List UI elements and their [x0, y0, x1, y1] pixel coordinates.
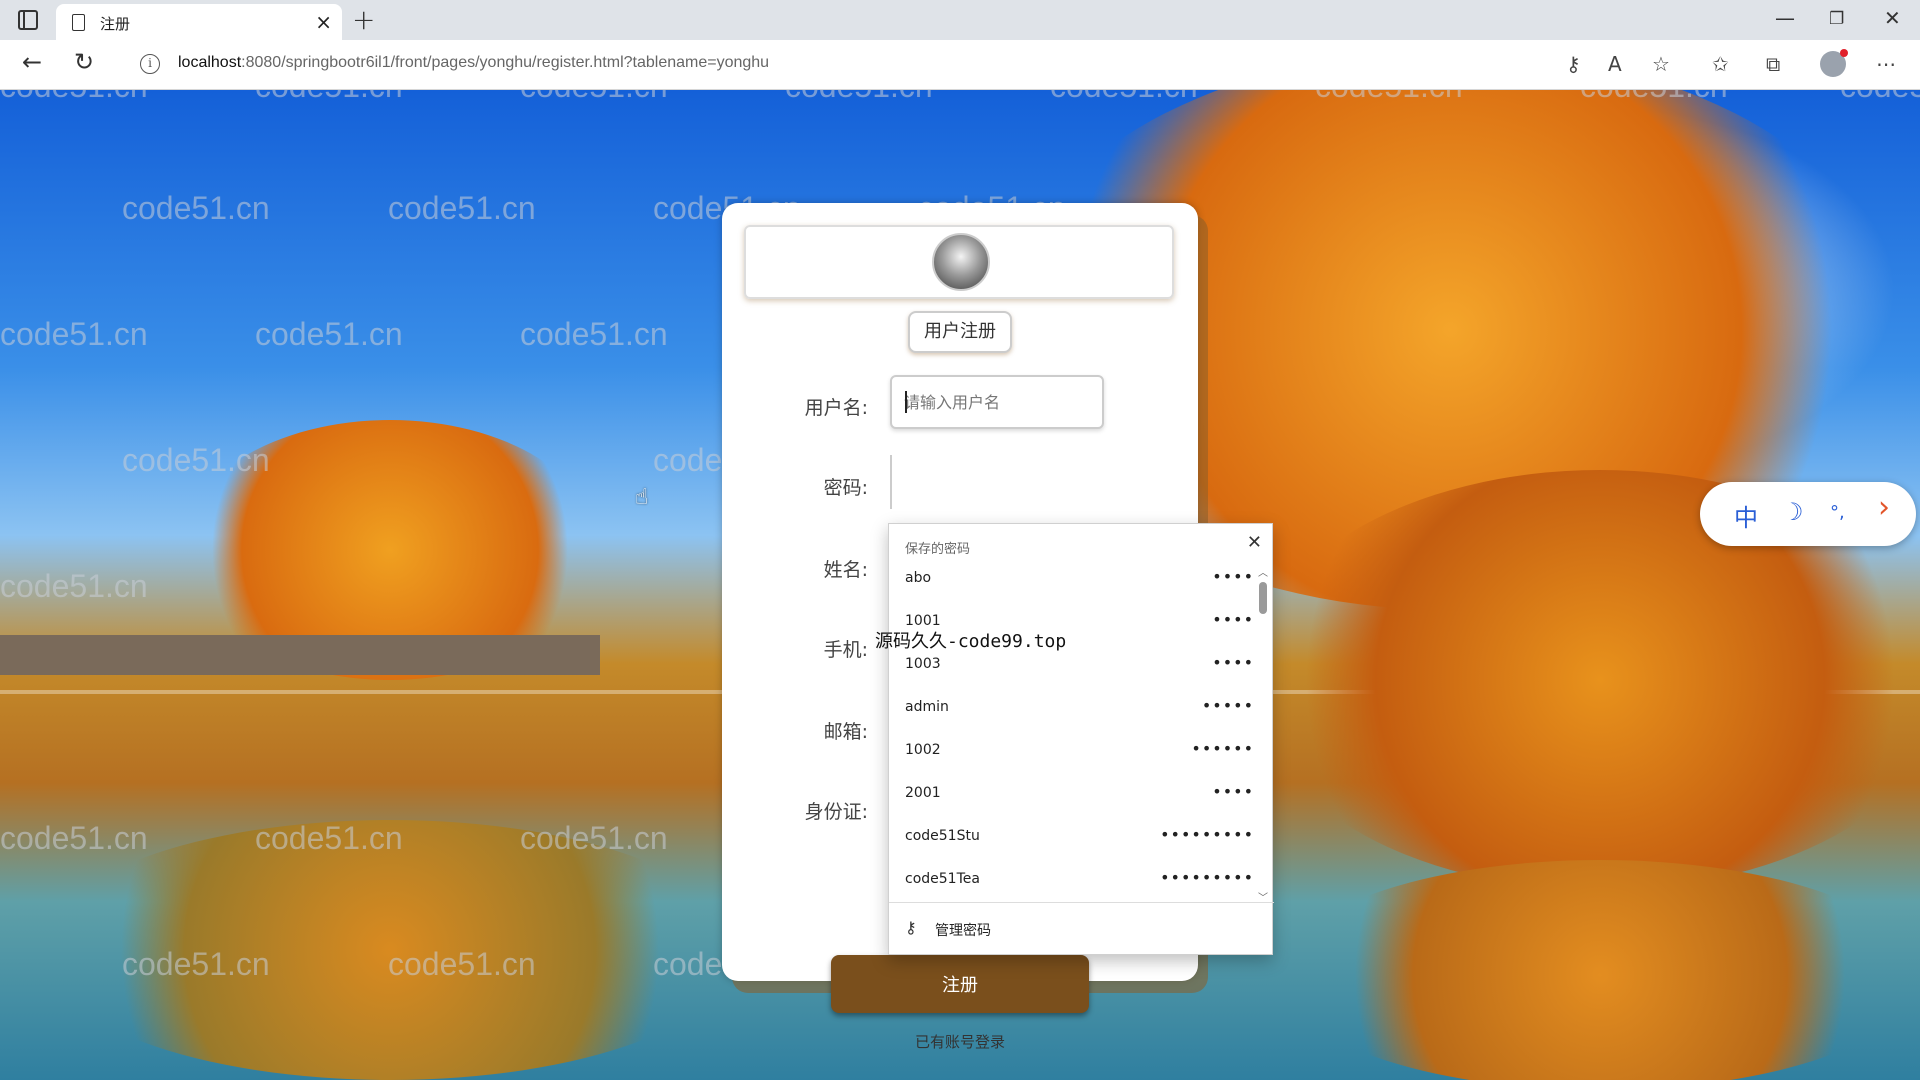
watermark: code51.cn — [0, 568, 148, 604]
page-icon — [72, 14, 85, 31]
background-bridge — [0, 635, 600, 675]
reload-icon[interactable]: ↻ — [74, 48, 94, 76]
tab-close-icon[interactable]: × — [315, 10, 332, 34]
saved-password-mask: •••••• — [1191, 739, 1254, 758]
scrollbar-thumb[interactable] — [1259, 582, 1267, 614]
chevron-right-icon[interactable]: › — [1878, 490, 1890, 525]
overlay-watermark-text: 源码久久-code99.top — [875, 631, 1067, 652]
new-tab-icon[interactable]: + — [352, 3, 375, 36]
collections-icon[interactable]: ⧉ — [1766, 52, 1780, 76]
watermark: code51.cn — [785, 90, 933, 105]
saved-password-mask: ••••••••• — [1160, 868, 1254, 887]
background-reflection — [40, 820, 740, 1080]
minimize-icon[interactable]: — — [1775, 6, 1795, 30]
saved-password-item[interactable]: code51Tea ••••••••• — [889, 859, 1254, 902]
url-field[interactable]: localhost:8080/springbootr6il1/front/pag… — [178, 54, 769, 72]
watermark: code51.cn — [0, 820, 148, 856]
saved-password-mask: •••• — [1212, 567, 1254, 586]
saved-username: code51Stu — [905, 828, 980, 844]
form-title: 用户注册 — [908, 311, 1012, 353]
page-background: code51.cn code51.cn code51.cn code51.cn … — [0, 90, 1920, 1080]
profile-avatar[interactable] — [1820, 49, 1848, 77]
saved-password-mask: •••• — [1212, 653, 1254, 672]
ime-toolbar: 中 ☽ °, › — [1700, 482, 1916, 546]
add-favorite-icon[interactable]: ☆ — [1652, 52, 1670, 76]
phone-label: 手机: — [823, 639, 868, 661]
watermark: code51.cn — [1050, 90, 1198, 105]
watermark: code51.cn — [520, 90, 668, 105]
saved-username: 2001 — [905, 785, 941, 801]
restore-icon[interactable]: ❐ — [1829, 9, 1844, 29]
watermark: code51.cn — [1840, 90, 1920, 105]
hand-cursor-icon: ☝ — [635, 485, 649, 510]
email-label: 邮箱: — [823, 721, 868, 743]
site-info-icon[interactable]: i — [140, 54, 160, 74]
password-label: 密码: — [823, 477, 868, 499]
text-caret — [905, 391, 907, 413]
saved-password-item[interactable]: admin ••••• — [889, 687, 1254, 730]
key-icon: ⚷ — [905, 918, 917, 937]
saved-password-item[interactable]: 2001 •••• — [889, 773, 1254, 816]
saved-username: admin — [905, 699, 949, 715]
favorites-icon[interactable]: ✩ — [1712, 52, 1729, 76]
password-key-icon[interactable]: ⚷ — [1566, 52, 1581, 76]
read-aloud-icon[interactable]: A — [1608, 52, 1622, 76]
manage-passwords-button[interactable]: ⚷ 管理密码 — [889, 902, 1274, 956]
saved-password-item[interactable]: code51Stu ••••••••• — [889, 816, 1254, 859]
idcard-label: 身份证: — [804, 801, 868, 823]
moon-icon[interactable]: ☽ — [1782, 498, 1804, 526]
username-input[interactable] — [890, 375, 1104, 429]
saved-password-item[interactable]: 1002 •••••• — [889, 730, 1254, 773]
name-label: 姓名: — [823, 559, 868, 581]
user-avatar — [932, 233, 990, 291]
watermark: code51.cn — [520, 316, 668, 352]
saved-username: 1003 — [905, 656, 941, 672]
browser-tab[interactable]: 注册 × — [56, 4, 342, 40]
saved-password-mask: •••• — [1212, 782, 1254, 801]
more-icon[interactable]: ⋯ — [1876, 52, 1896, 76]
saved-password-item[interactable]: abo •••• — [889, 558, 1254, 601]
scroll-up-icon[interactable]: ︿ — [1258, 564, 1268, 579]
tab-title: 注册 — [100, 15, 131, 33]
punctuation-icon[interactable]: °, — [1830, 502, 1845, 523]
saved-password-mask: ••••• — [1201, 696, 1254, 715]
watermark: code51.cn — [255, 90, 403, 105]
watermark: code51.cn — [0, 316, 148, 352]
watermark: code51.cn — [255, 316, 403, 352]
saved-username: code51Tea — [905, 871, 980, 887]
saved-password-mask: •••• — [1212, 610, 1254, 629]
saved-passwords-title: 保存的密码 — [905, 542, 971, 557]
background-reflection — [1280, 860, 1920, 1080]
saved-passwords-popup: 保存的密码 ✕ abo •••• 1001 •••• 1003 •••• adm… — [888, 523, 1274, 956]
address-bar: ← ↻ i localhost:8080/springbootr6il1/fro… — [0, 40, 1920, 90]
tab-actions-icon[interactable] — [18, 10, 38, 30]
watermark: code51.cn — [122, 190, 270, 226]
close-icon[interactable]: ✕ — [1247, 532, 1262, 553]
browser-tab-bar: 注册 × + — ❐ ✕ — [0, 0, 1920, 40]
saved-username: abo — [905, 570, 932, 586]
window-close-icon[interactable]: ✕ — [1884, 6, 1901, 30]
saved-passwords-scrollbar[interactable]: ︿ ﹀ — [1258, 564, 1268, 904]
saved-password-mask: ••••••••• — [1160, 825, 1254, 844]
saved-username: 1002 — [905, 742, 941, 758]
watermark: code51.cn — [0, 90, 148, 105]
manage-passwords-label: 管理密码 — [935, 923, 991, 939]
register-button[interactable]: 注册 — [831, 955, 1089, 1013]
watermark: code51.cn — [388, 190, 536, 226]
login-link[interactable]: 已有账号登录 — [722, 1031, 1198, 1052]
back-icon[interactable]: ← — [22, 48, 42, 76]
password-input[interactable] — [890, 455, 900, 509]
card-header — [744, 225, 1174, 299]
ime-mode-toggle[interactable]: 中 — [1734, 498, 1758, 533]
username-label: 用户名: — [804, 397, 868, 419]
